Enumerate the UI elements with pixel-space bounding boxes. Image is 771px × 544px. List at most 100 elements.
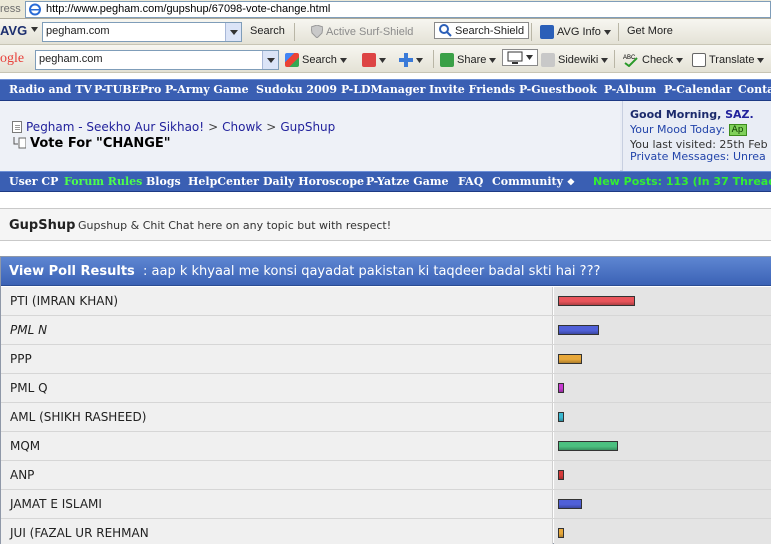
google-logo: ogle	[0, 51, 24, 67]
spell-check-button[interactable]: ABC Check	[623, 53, 684, 67]
address-bar-row: ress http://www.pegham.com/gupshup/67098…	[0, 0, 771, 19]
avg-search-dropdown-icon[interactable]	[225, 23, 241, 41]
nav-blogs[interactable]: Blogs	[146, 175, 181, 188]
poll-result-bar	[558, 383, 564, 393]
nav-p-guestbook[interactable]: P-Guestbook	[519, 83, 597, 96]
avg-search-label: Search	[250, 25, 285, 37]
chevron-down-icon	[416, 57, 423, 63]
nav-daily-horoscope[interactable]: Daily Horoscope	[263, 175, 364, 188]
google-search-button[interactable]: Search	[285, 53, 347, 67]
active-surf-shield-label: Active Surf-Shield	[326, 25, 414, 38]
poll-option-row: ANP	[1, 461, 771, 490]
nav-p-album[interactable]: P-Album	[604, 83, 656, 96]
plus-icon	[399, 53, 413, 67]
sub-nav-bar: User CP Forum Rules Blogs HelpCenter Dai…	[0, 171, 771, 192]
nav-community[interactable]: Community ❖	[492, 175, 575, 188]
nav-forum-rules[interactable]: Forum Rules	[64, 175, 142, 188]
poll-result-bar	[558, 441, 618, 451]
monitor-icon	[507, 51, 523, 64]
new-posts-link[interactable]: New Posts: 113 (In 37 Threads)	[593, 175, 771, 188]
monitor-button[interactable]	[502, 49, 538, 66]
mood-badge[interactable]: Ap	[728, 124, 747, 136]
forum-title[interactable]: GupShup	[9, 218, 75, 233]
forum-description-box: GupShup Gupshup & Chit Chat here on any …	[0, 208, 771, 241]
nav-p-army-game[interactable]: P-Army Game	[165, 83, 249, 96]
breadcrumb-item-chowk[interactable]: Chowk	[222, 120, 262, 134]
poll-result-bar	[558, 528, 564, 538]
poll-result-cell	[554, 345, 771, 373]
private-messages-link[interactable]: Private Messages: Unrea	[630, 150, 766, 163]
nav-contact[interactable]: Conta	[738, 83, 771, 96]
username-link[interactable]: SAZ.	[725, 108, 754, 121]
google-search-label: Search	[302, 54, 337, 66]
breadcrumb-item-gupshup[interactable]: GupShup	[280, 120, 335, 134]
poll-option-row: PML Q	[1, 374, 771, 403]
translate-button[interactable]: Translate	[692, 53, 765, 67]
check-label: Check	[642, 54, 674, 66]
breadcrumb-item-home[interactable]: Pegham - Seekho Aur Sikhao!	[26, 120, 204, 134]
nav-p-yatze-game[interactable]: P-Yatze Game	[366, 175, 448, 188]
search-shield-button[interactable]: Search-Shield	[434, 22, 530, 39]
page-icon	[12, 121, 22, 133]
nav-faq[interactable]: FAQ	[458, 175, 483, 188]
translate-label: Translate	[709, 54, 755, 66]
nav-radio-tv[interactable]: Radio and TV	[9, 83, 92, 96]
address-input[interactable]: http://www.pegham.com/gupshup/67098-vote…	[25, 1, 771, 18]
poll-option-cell: JUI (FAZAL UR REHMAN	[1, 519, 553, 544]
avg-search-input[interactable]: pegham.com	[42, 22, 242, 42]
active-surf-shield-button[interactable]: Active Surf-Shield	[311, 25, 413, 38]
avg-search-button[interactable]: Search	[250, 25, 285, 37]
sidewiki-button[interactable]: Sidewiki	[541, 53, 609, 67]
tree-branch-icon	[13, 136, 26, 148]
google-search-dropdown-icon[interactable]	[262, 51, 278, 69]
bookmark-icon	[362, 53, 376, 67]
chevron-down-icon	[339, 57, 347, 63]
avg-info-icon	[540, 25, 554, 39]
poll-results-table: View Poll Results : aap k khyaal me kons…	[0, 256, 771, 544]
poll-option-cell: PTI (IMRAN KHAN)	[1, 287, 553, 315]
page-title-row: Vote For "CHANGE"	[12, 136, 171, 151]
poll-option-label: PML N	[10, 323, 48, 337]
poll-option-cell: PML N	[1, 316, 553, 344]
share-button[interactable]: Share	[440, 53, 497, 67]
chevron-down-icon	[379, 57, 386, 63]
avg-info-button[interactable]: AVG Info	[540, 25, 611, 39]
google-search-input[interactable]: pegham.com	[35, 50, 279, 70]
nav-sudoku[interactable]: Sudoku 2009	[256, 83, 337, 96]
google-logo-text: ogle	[0, 51, 25, 66]
magnifier-icon	[439, 24, 452, 37]
poll-option-label: PML Q	[10, 381, 48, 395]
bookmarks-button[interactable]	[362, 53, 386, 67]
search-shield-label: Search-Shield	[455, 24, 525, 37]
chevron-down-icon: ❖	[566, 178, 575, 188]
poll-result-cell	[554, 374, 771, 402]
poll-option-row: JUI (FAZAL UR REHMAN	[1, 519, 771, 544]
chevron-down-icon	[526, 55, 533, 60]
nav-p-tubepro[interactable]: P-TUBEPro	[94, 83, 161, 96]
divider	[618, 23, 619, 41]
divider	[294, 23, 295, 41]
poll-option-label: JAMAT E ISLAMI	[10, 497, 102, 511]
avg-dropdown-icon[interactable]	[31, 27, 38, 32]
divider	[531, 23, 532, 41]
nav-helpcenter[interactable]: HelpCenter	[188, 175, 259, 188]
poll-option-row: MQM	[1, 432, 771, 461]
get-more-button[interactable]: Get More	[627, 25, 673, 37]
avg-logo: AVG	[0, 23, 28, 38]
page-title: Vote For "CHANGE"	[30, 136, 171, 151]
poll-question: : aap k khyaal me konsi qayadat pakistan…	[143, 264, 601, 279]
nav-p-ldmanager[interactable]: P-LDManager	[341, 83, 425, 96]
divider	[614, 50, 615, 68]
share-icon	[440, 53, 454, 67]
poll-result-bar	[558, 412, 564, 422]
chevron-down-icon	[603, 29, 611, 35]
nav-community-label: Community	[492, 175, 564, 188]
breadcrumb-separator: >	[266, 120, 277, 134]
nav-user-cp[interactable]: User CP	[9, 175, 58, 188]
add-button[interactable]	[399, 53, 423, 67]
mood-label[interactable]: Your Mood Today:	[630, 123, 725, 136]
nav-invite-friends[interactable]: Invite Friends	[429, 83, 515, 96]
poll-result-cell	[554, 519, 771, 544]
nav-p-calendar[interactable]: P-Calendar	[664, 83, 732, 96]
poll-result-cell	[554, 287, 771, 315]
